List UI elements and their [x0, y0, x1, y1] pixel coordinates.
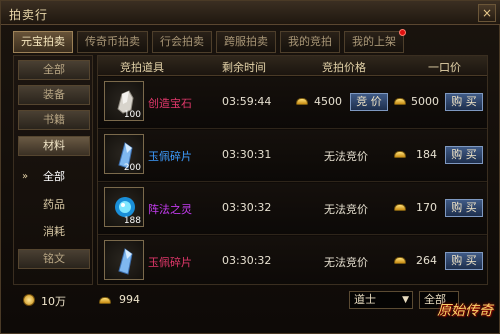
table-row[interactable]: 188 阵法之灵 03:30:32 无法竞价 170 购 买	[98, 183, 487, 235]
selected-arrow-icon: »	[22, 171, 29, 182]
buyout-price: 5000	[411, 95, 439, 108]
currency-footer: 10万 994 道士 ▼ 全部 原始传奇	[1, 287, 500, 334]
item-name: 玉佩碎片	[148, 150, 192, 163]
item-quantity: 100	[123, 110, 141, 120]
buy-button[interactable]: 购 买	[445, 146, 483, 164]
item-quantity: 188	[123, 216, 141, 226]
category-sidebar: 全部 装备 书籍 材料 » 全部 药品 消耗 铭文	[13, 55, 93, 285]
subcategory-all[interactable]: » 全部	[22, 168, 86, 186]
buy-button[interactable]: 购 买	[445, 93, 483, 111]
tab-my-listings[interactable]: 我的上架	[344, 29, 406, 53]
item-slot[interactable]	[104, 240, 144, 280]
buyout-price: 264	[416, 254, 437, 267]
category-all[interactable]: 全部	[18, 60, 90, 80]
bid-unavailable-text: 无法竞价	[324, 256, 368, 269]
tab-guild-auction[interactable]: 行会拍卖	[152, 31, 212, 53]
notification-dot-icon	[399, 29, 406, 36]
header-buyout: 一口价	[428, 61, 461, 74]
subcategory-all-label: 全部	[43, 170, 65, 183]
close-button[interactable]: ×	[478, 4, 496, 22]
buyout-price: 170	[416, 201, 437, 214]
item-slot[interactable]: 188	[104, 187, 144, 227]
bid-price: 4500	[314, 95, 342, 108]
bid-unavailable-text: 无法竞价	[324, 150, 368, 163]
table-header: 竞拍道具 剩余时间 竞拍价格 一口价	[98, 56, 487, 76]
subcategory-potions[interactable]: 药品	[22, 196, 86, 214]
header-item: 竞拍道具	[120, 61, 164, 74]
item-name: 阵法之灵	[148, 203, 192, 216]
buyout-price: 184	[416, 148, 437, 161]
bid-unavailable-text: 无法竞价	[324, 203, 368, 216]
ingot-icon	[394, 151, 406, 158]
time-left: 03:30:32	[222, 254, 272, 267]
ingot-icon	[394, 204, 406, 211]
subcategory-consumables[interactable]: 消耗	[22, 223, 86, 241]
window-title: 拍卖行	[9, 8, 49, 22]
auction-window: 拍卖行 × 元宝拍卖 传奇币拍卖 行会拍卖 跨服拍卖 我的竞拍 我的上架 全部 …	[0, 0, 500, 334]
table-row[interactable]: 200 玉佩碎片 03:30:31 无法竞价 184 购 买	[98, 130, 487, 182]
auction-table: 竞拍道具 剩余时间 竞拍价格 一口价 100 创造宝石 03:59:44 450…	[97, 55, 488, 285]
category-books[interactable]: 书籍	[18, 110, 90, 130]
buy-button[interactable]: 购 买	[445, 252, 483, 270]
title-bar: 拍卖行 ×	[1, 1, 500, 25]
time-left: 03:30:32	[222, 201, 272, 214]
ingot-balance: 994	[119, 293, 140, 306]
item-slot[interactable]: 200	[104, 134, 144, 174]
class-filter-select[interactable]: 道士 ▼	[349, 291, 413, 309]
tab-my-bids[interactable]: 我的竞拍	[280, 31, 340, 53]
table-row[interactable]: 玉佩碎片 03:30:32 无法竞价 264 购 买	[98, 236, 487, 284]
tab-cross-server-auction[interactable]: 跨服拍卖	[216, 31, 276, 53]
auction-tabs: 元宝拍卖 传奇币拍卖 行会拍卖 跨服拍卖 我的竞拍 我的上架	[13, 29, 406, 53]
tab-ingot-auction[interactable]: 元宝拍卖	[13, 31, 73, 53]
item-slot[interactable]: 100	[104, 81, 144, 121]
time-left: 03:59:44	[222, 95, 272, 108]
time-left: 03:30:31	[222, 148, 272, 161]
chevron-down-icon: ▼	[402, 295, 409, 305]
item-name: 创造宝石	[148, 97, 192, 110]
category-inscription[interactable]: 铭文	[18, 249, 90, 269]
ingot-icon	[99, 297, 111, 304]
class-filter-value: 道士	[354, 293, 376, 306]
item-name: 玉佩碎片	[148, 256, 192, 269]
category-materials[interactable]: 材料	[18, 136, 90, 156]
ingot-icon	[394, 257, 406, 264]
tab-legend-coin-auction[interactable]: 传奇币拍卖	[77, 31, 148, 53]
coin-balance: 10万	[41, 295, 66, 308]
bid-button[interactable]: 竞 价	[350, 93, 388, 111]
tab-my-listings-label: 我的上架	[352, 35, 396, 48]
buy-button[interactable]: 购 买	[445, 199, 483, 217]
header-time-left: 剩余时间	[222, 61, 266, 74]
crystal-shard-icon	[118, 248, 133, 275]
ingot-icon	[296, 98, 308, 105]
category-equipment[interactable]: 装备	[18, 85, 90, 105]
header-bid-price: 竞拍价格	[322, 61, 366, 74]
table-row[interactable]: 100 创造宝石 03:59:44 4500 竞 价 5000 购 买	[98, 77, 487, 129]
item-quantity: 200	[123, 163, 141, 173]
game-logo: 原始传奇	[437, 303, 493, 319]
coin-icon	[23, 294, 35, 306]
ingot-icon	[394, 98, 406, 105]
